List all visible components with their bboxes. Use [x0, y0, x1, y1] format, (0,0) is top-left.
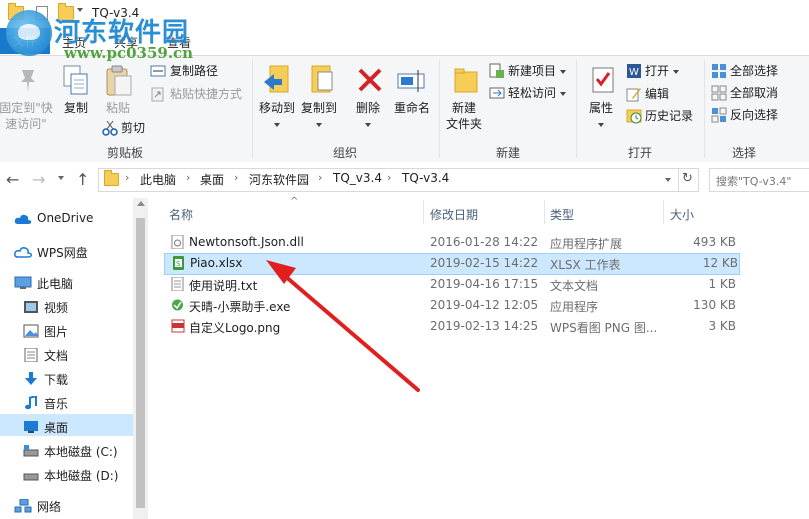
annotation-arrow-shaft [276, 268, 420, 392]
status-bar [0, 512, 809, 519]
annotation-arrow [266, 260, 420, 392]
